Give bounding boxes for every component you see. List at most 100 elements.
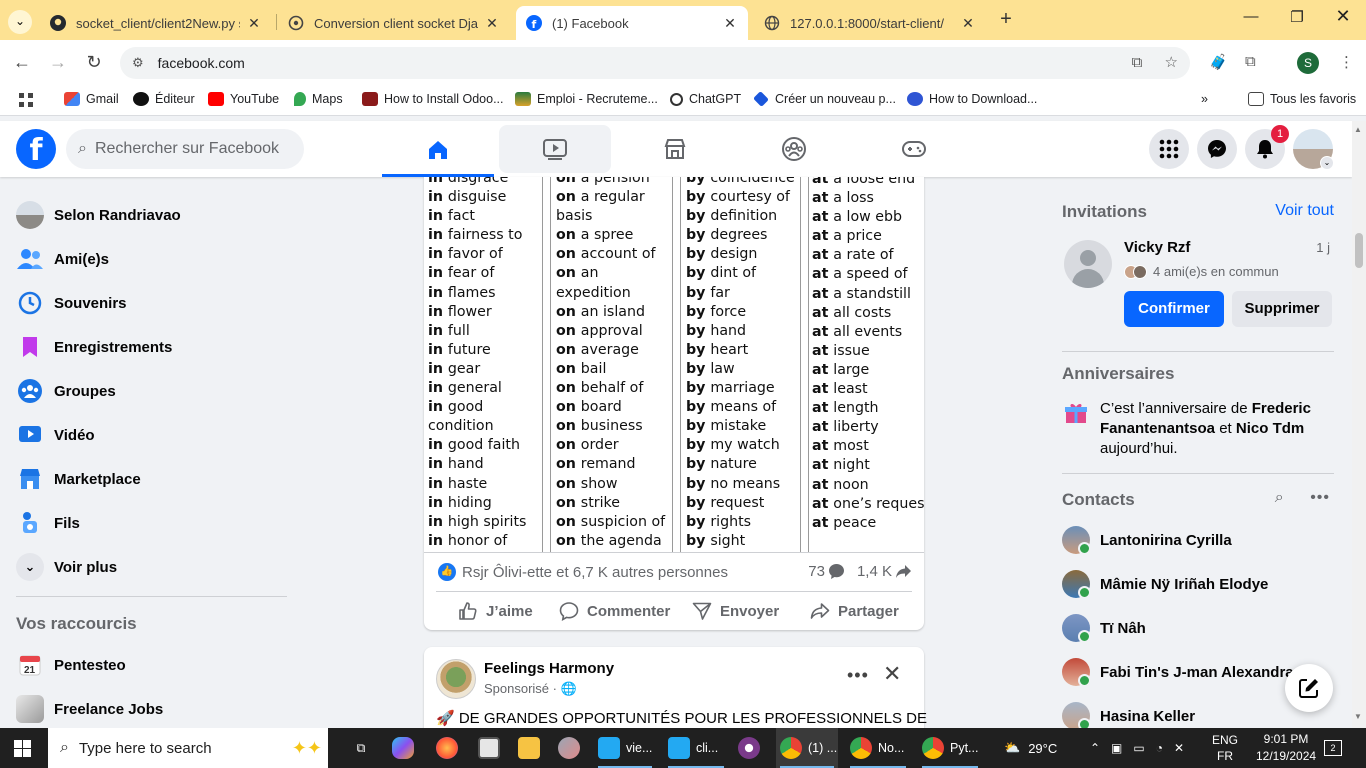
browser-tab-chatgpt[interactable]: Conversion client socket Djang ✕ [278, 6, 510, 40]
system-clock[interactable]: 9:01 PM 12/19/2024 [1256, 731, 1316, 765]
confirm-button[interactable]: Confirmer [1124, 291, 1224, 327]
bookmark-chatgpt[interactable]: ChatGPT [670, 92, 741, 106]
taskbar-app-copilot[interactable] [392, 728, 420, 768]
back-button[interactable]: ← [11, 52, 33, 73]
restore-window-button[interactable]: ❐ [1287, 8, 1307, 26]
post-image-prepositions[interactable]: in disgrace in disguise in fact in fairness… [424, 177, 924, 553]
browser-tab-facebook[interactable]: f (1) Facebook ✕ [516, 6, 748, 40]
shortcut-pentesteo[interactable]: 21 Pentesteo [16, 645, 126, 685]
taskbar-search-input[interactable]: ⌕ Type here to search ✦✦ [48, 728, 328, 768]
requester-avatar[interactable] [1064, 240, 1112, 288]
reload-button[interactable]: ↻ [83, 52, 105, 73]
page-avatar[interactable] [436, 659, 476, 699]
new-message-button[interactable] [1285, 664, 1333, 712]
shares-count[interactable]: 1,4 K [857, 563, 892, 580]
puzzle-icon[interactable]: ⧉ [1245, 53, 1256, 70]
extension-icon[interactable]: 🧳 [1209, 53, 1228, 71]
browser-tab-localhost[interactable]: 127.0.0.1:8000/start-client/ ✕ [754, 6, 986, 40]
bookmark-maps[interactable]: Maps [294, 92, 343, 106]
more-options-icon[interactable]: ••• [847, 665, 869, 686]
bookmark-star-icon[interactable]: ☆ [1165, 54, 1178, 71]
more-bookmarks-chevron-icon[interactable]: » [1201, 92, 1208, 106]
sidebar-item-profile[interactable]: Selon Randriavao [16, 195, 181, 235]
taskbar-app-tool[interactable] [558, 728, 586, 768]
taskbar-app-chrome-1[interactable]: (1) ... [776, 728, 838, 768]
tab-search-button[interactable]: ⌄ [8, 10, 32, 34]
account-chevron-down-icon[interactable]: ⌄ [1320, 156, 1334, 170]
taskbar-app-explorer[interactable] [518, 728, 546, 768]
bookmark-gmail[interactable]: Gmail [64, 92, 119, 106]
browser-profile-avatar[interactable]: S [1297, 52, 1319, 74]
nav-home-tab[interactable] [382, 125, 494, 177]
comments-count[interactable]: 73 [808, 563, 825, 580]
taskbar-app-calendar[interactable] [478, 728, 506, 768]
all-bookmarks[interactable]: Tous les favoris [1248, 92, 1356, 106]
facebook-logo[interactable]: f [16, 129, 56, 169]
nav-gaming-tab[interactable] [858, 125, 970, 173]
sidebar-item-saved[interactable]: Enregistrements [16, 327, 172, 367]
browser-tab-github[interactable]: socket_client/client2New.py su ✕ [40, 6, 272, 40]
new-tab-button[interactable]: + [994, 8, 1018, 31]
see-all-link[interactable]: Voir tout [1275, 202, 1334, 220]
delete-button[interactable]: Supprimer [1232, 291, 1332, 327]
taskbar-app-chrome-2[interactable]: No... [846, 728, 910, 768]
sidebar-item-friends[interactable]: Ami(e)s [16, 239, 109, 279]
birthday-person-2[interactable]: Nico Tdm [1236, 420, 1304, 437]
contact-item[interactable]: Mâmie Nÿ Iriñah Elodye [1062, 564, 1268, 604]
close-tab-icon[interactable]: ✕ [722, 15, 738, 32]
comment-button[interactable]: Commenter [559, 595, 670, 627]
taskbar-app-firefox[interactable] [436, 728, 464, 768]
search-icon[interactable]: ⌕ [1275, 489, 1284, 506]
menu-kebab-icon[interactable]: ⋮ [1339, 53, 1354, 71]
requester-name[interactable]: Vicky Rzf [1124, 239, 1190, 256]
minimize-window-button[interactable]: — [1241, 8, 1261, 25]
install-app-icon[interactable]: ⧉ [1132, 54, 1143, 71]
address-bar[interactable]: ⚙ facebook.com ⧉ ☆ [120, 47, 1190, 79]
page-name[interactable]: Feelings Harmony [484, 660, 614, 677]
facebook-search-input[interactable]: ⌕ Rechercher sur Facebook [66, 129, 304, 169]
messenger-button[interactable] [1197, 129, 1237, 169]
sidebar-item-groups[interactable]: Groupes [16, 371, 116, 411]
close-tab-icon[interactable]: ✕ [484, 15, 500, 32]
like-button[interactable]: J’aime [458, 595, 533, 627]
sidebar-item-feeds[interactable]: Fils [16, 503, 80, 543]
close-tab-icon[interactable]: ✕ [246, 15, 262, 32]
nav-groups-tab[interactable] [738, 125, 850, 173]
taskbar-app-vscode-2[interactable]: cli... [664, 728, 728, 768]
forward-button[interactable]: → [47, 52, 69, 73]
bookmark-emploi[interactable]: Emploi - Recruteme... [515, 92, 658, 106]
scroll-up-arrow-icon[interactable]: ▲ [1354, 125, 1362, 134]
scrollbar-thumb[interactable] [1355, 233, 1363, 268]
mutual-friends[interactable]: 4 ami(e)s en commun [1124, 264, 1279, 279]
scroll-down-arrow-icon[interactable]: ▼ [1354, 712, 1362, 721]
nav-marketplace-tab[interactable] [619, 125, 731, 173]
sidebar-item-video[interactable]: Vidéo [16, 415, 95, 455]
language-indicator[interactable]: ENG FR [1212, 728, 1238, 768]
windows-start-icon[interactable] [14, 740, 31, 757]
contact-item[interactable]: Tï Nâh [1062, 608, 1146, 648]
bookmark-editeur[interactable]: Éditeur [133, 92, 195, 106]
taskbar-app-chrome-3[interactable]: Pyt... [918, 728, 982, 768]
taskbar-app-vscode-1[interactable]: vie... [594, 728, 656, 768]
sidebar-item-memories[interactable]: Souvenirs [16, 283, 127, 323]
notification-center-icon[interactable]: 2 [1324, 728, 1342, 768]
sidebar-item-marketplace[interactable]: Marketplace [16, 459, 141, 499]
bookmark-youtube[interactable]: YouTube [208, 92, 279, 106]
contact-item[interactable]: Lantonirina Cyrilla [1062, 520, 1232, 560]
send-button[interactable]: Envoyer [692, 595, 779, 627]
task-view-icon[interactable]: ⧉ [344, 728, 378, 768]
close-window-button[interactable]: ✕ [1333, 6, 1353, 27]
apps-grid-icon[interactable] [18, 92, 34, 108]
reactions-summary[interactable]: 👍 Rsjr Ôlivi-ette et 6,7 K autres person… [438, 563, 728, 581]
bookmark-download[interactable]: How to Download... [907, 92, 1037, 106]
contact-item[interactable]: Fabi Tin's J-man Alexandra [1062, 652, 1294, 692]
close-tab-icon[interactable]: ✕ [960, 15, 976, 32]
menu-button[interactable] [1149, 129, 1189, 169]
bookmark-odoo[interactable]: How to Install Odoo... [362, 92, 504, 106]
nav-video-tab[interactable] [499, 125, 611, 173]
shortcut-freelance-jobs[interactable]: Freelance Jobs [16, 689, 163, 729]
close-icon[interactable]: ✕ [883, 661, 901, 687]
system-tray-icons[interactable]: ⌃▣▭◔✕ [1090, 728, 1195, 768]
weather-widget[interactable]: ⛅ 29°C [1004, 728, 1057, 768]
sidebar-item-see-more[interactable]: ⌄ Voir plus [16, 547, 117, 587]
